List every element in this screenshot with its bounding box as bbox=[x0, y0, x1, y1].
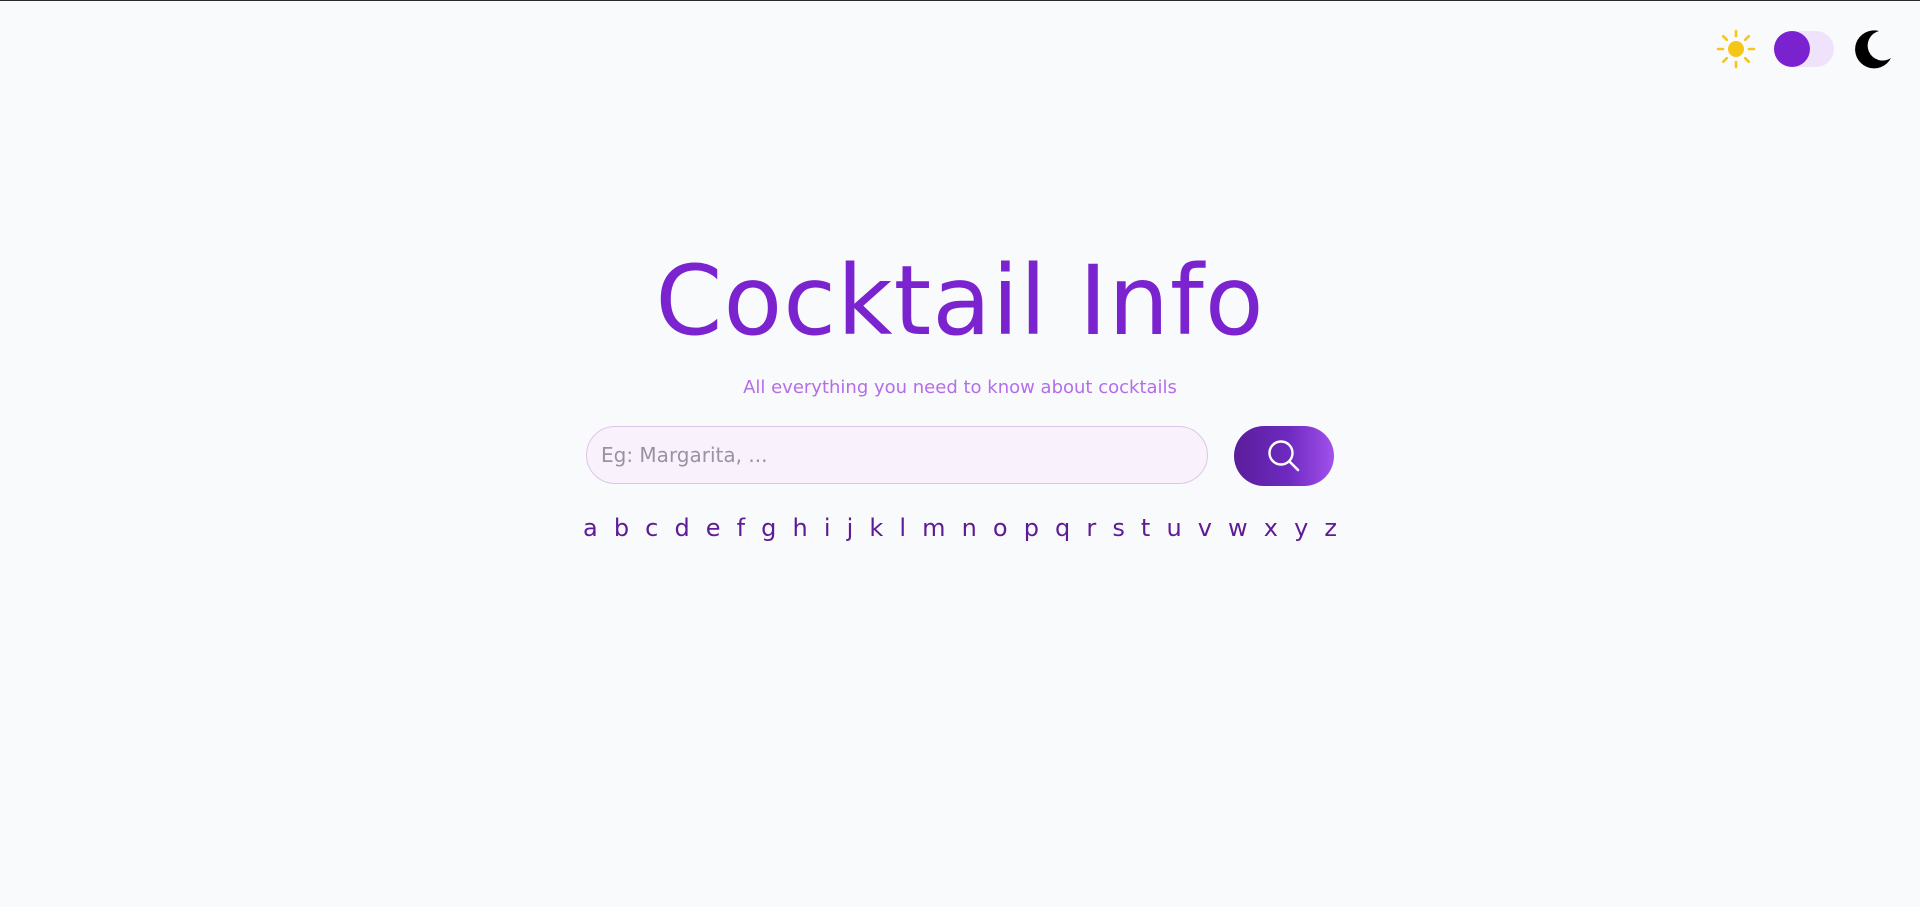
letter-link-o[interactable]: o bbox=[993, 512, 1008, 544]
letter-link-h[interactable]: h bbox=[793, 512, 808, 544]
letter-link-i[interactable]: i bbox=[824, 512, 831, 544]
letter-link-t[interactable]: t bbox=[1141, 512, 1150, 544]
letter-link-q[interactable]: q bbox=[1055, 512, 1070, 544]
page-title: Cocktail Info bbox=[655, 245, 1265, 357]
letter-link-y[interactable]: y bbox=[1294, 512, 1308, 544]
letter-link-s[interactable]: s bbox=[1112, 512, 1125, 544]
letter-link-x[interactable]: x bbox=[1264, 512, 1278, 544]
page-subtitle: All everything you need to know about co… bbox=[743, 377, 1177, 398]
letter-link-g[interactable]: g bbox=[761, 512, 776, 544]
top-border bbox=[0, 0, 1920, 1]
letter-link-k[interactable]: k bbox=[869, 512, 883, 544]
alphabet-filter: abcdefghijklmnopqrstuvwxyz bbox=[583, 512, 1337, 544]
letter-link-c[interactable]: c bbox=[645, 512, 658, 544]
letter-link-b[interactable]: b bbox=[614, 512, 629, 544]
letter-link-w[interactable]: w bbox=[1228, 512, 1248, 544]
search-icon bbox=[1268, 440, 1300, 472]
letter-link-r[interactable]: r bbox=[1086, 512, 1096, 544]
moon-icon bbox=[1855, 30, 1891, 69]
letter-link-m[interactable]: m bbox=[922, 512, 945, 544]
letter-link-n[interactable]: n bbox=[962, 512, 977, 544]
sun-icon bbox=[1716, 29, 1756, 69]
theme-toggle[interactable] bbox=[1774, 31, 1834, 67]
letter-link-u[interactable]: u bbox=[1166, 512, 1181, 544]
letter-link-v[interactable]: v bbox=[1198, 512, 1212, 544]
toggle-knob bbox=[1774, 31, 1810, 67]
letter-link-j[interactable]: j bbox=[847, 512, 854, 544]
letter-link-d[interactable]: d bbox=[674, 512, 689, 544]
letter-link-f[interactable]: f bbox=[737, 512, 745, 544]
letter-link-l[interactable]: l bbox=[899, 512, 906, 544]
theme-switch bbox=[1716, 28, 1894, 70]
letter-link-p[interactable]: p bbox=[1024, 512, 1039, 544]
letter-link-z[interactable]: z bbox=[1324, 512, 1337, 544]
search-bar bbox=[586, 426, 1334, 486]
letter-link-a[interactable]: a bbox=[583, 512, 598, 544]
letter-link-e[interactable]: e bbox=[706, 512, 721, 544]
search-button[interactable] bbox=[1234, 426, 1334, 486]
search-input[interactable] bbox=[586, 426, 1208, 484]
